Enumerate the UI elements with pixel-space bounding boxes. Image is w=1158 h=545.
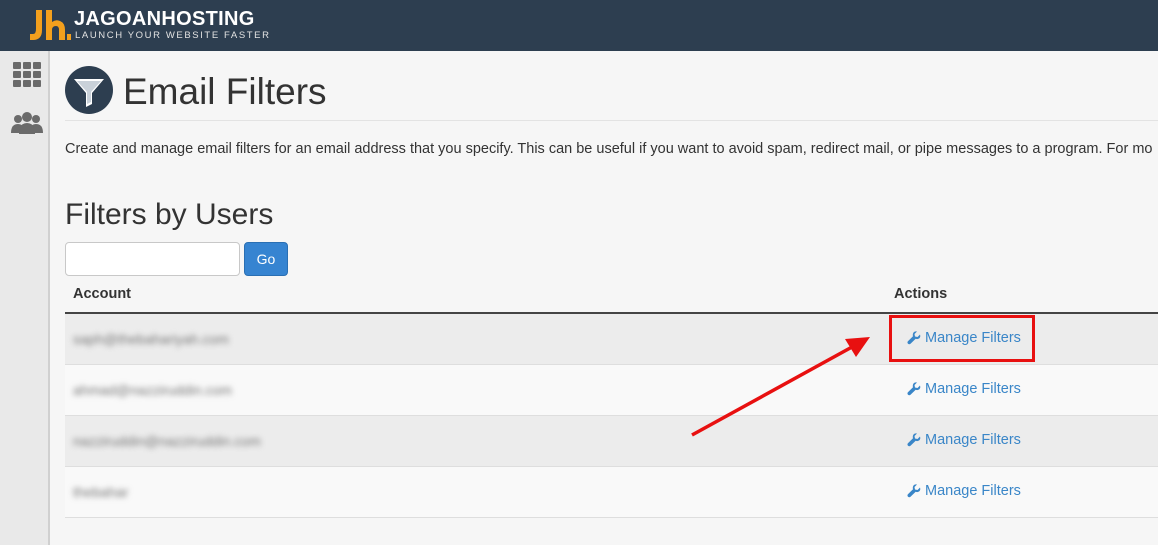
account-cell: thebahar <box>73 484 129 500</box>
highlight-box <box>889 315 1035 362</box>
table-row: ahmad@nazziruddin.com Manage Filters <box>65 365 1158 416</box>
table-row: nazziruddin@nazziruddin.com Manage Filte… <box>65 416 1158 467</box>
table-header: Account Actions <box>65 277 1158 314</box>
top-bar: JAGOANHOSTING LAUNCH YOUR WEBSITE FASTER <box>0 0 1158 51</box>
jh-logo-icon <box>30 10 71 40</box>
main-content: Email Filters Create and manage email fi… <box>50 51 1158 545</box>
column-header-actions: Actions <box>894 286 948 302</box>
manage-filters-label: Manage Filters <box>925 432 1021 448</box>
filter-funnel-icon <box>65 66 113 114</box>
wrench-icon <box>907 484 921 498</box>
brand-tagline: LAUNCH YOUR WEBSITE FASTER <box>75 30 271 41</box>
account-cell: ahmad@nazziruddin.com <box>73 382 232 398</box>
page-description: Create and manage email filters for an e… <box>65 141 1153 157</box>
brand-name: JAGOANHOSTING <box>74 8 255 30</box>
manage-filters-link[interactable]: Manage Filters <box>907 381 1021 397</box>
table-row: thebahar Manage Filters <box>65 467 1158 518</box>
filters-table: Account Actions saph@thebahariyah.com Ma… <box>65 277 1158 518</box>
page-title: Email Filters <box>123 71 327 112</box>
title-divider <box>65 120 1158 121</box>
search-input[interactable] <box>65 242 240 276</box>
users-icon[interactable] <box>10 109 44 139</box>
wrench-icon <box>907 382 921 396</box>
account-cell: saph@thebahariyah.com <box>73 331 229 347</box>
column-header-account[interactable]: Account <box>73 286 131 302</box>
wrench-icon <box>907 433 921 447</box>
manage-filters-label: Manage Filters <box>925 483 1021 499</box>
grid-icon[interactable] <box>10 61 44 91</box>
manage-filters-label: Manage Filters <box>925 381 1021 397</box>
go-button[interactable]: Go <box>244 242 288 276</box>
brand-logo[interactable]: JAGOANHOSTING LAUNCH YOUR WEBSITE FASTER <box>28 6 271 46</box>
section-title: Filters by Users <box>65 198 274 231</box>
manage-filters-link[interactable]: Manage Filters <box>907 432 1021 448</box>
manage-filters-link[interactable]: Manage Filters <box>907 483 1021 499</box>
sidebar <box>0 51 50 545</box>
account-cell: nazziruddin@nazziruddin.com <box>73 433 261 449</box>
